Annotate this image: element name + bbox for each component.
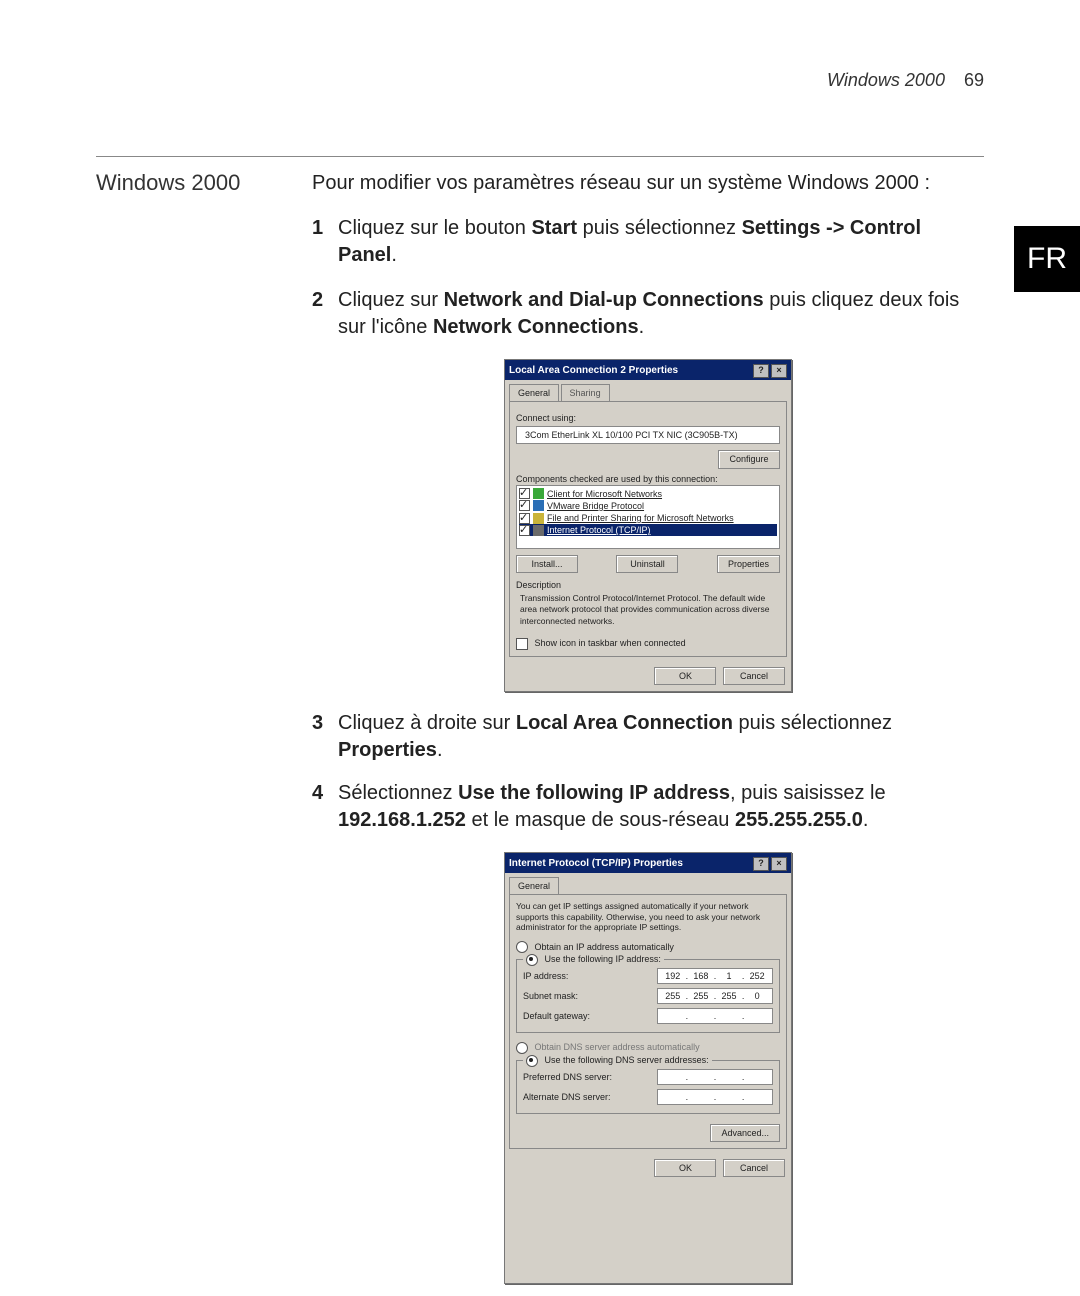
cancel-button[interactable]: Cancel bbox=[723, 667, 785, 685]
tcpip-properties-dialog: Internet Protocol (TCP/IP) Properties ? … bbox=[504, 852, 792, 1284]
help-icon[interactable]: ? bbox=[753, 364, 769, 378]
language-tab-fr: FR bbox=[1014, 226, 1080, 292]
blurb: You can get IP settings assigned automat… bbox=[516, 901, 780, 933]
list-item-selected: Internet Protocol (TCP/IP) bbox=[519, 524, 777, 536]
dialog-titlebar[interactable]: Internet Protocol (TCP/IP) Properties ? … bbox=[505, 853, 791, 873]
dialog-title: Local Area Connection 2 Properties bbox=[509, 364, 678, 378]
cancel-button[interactable]: Cancel bbox=[723, 1159, 785, 1177]
radio-obtain-auto[interactable] bbox=[516, 941, 528, 953]
tab-sharing[interactable]: Sharing bbox=[561, 384, 610, 401]
pref-dns-input[interactable]: ... bbox=[657, 1069, 773, 1085]
connect-using-label: Connect using: bbox=[516, 412, 780, 424]
close-icon[interactable]: × bbox=[771, 857, 787, 871]
dns-group: Use the following DNS server addresses: … bbox=[516, 1060, 780, 1114]
radio-use-following[interactable] bbox=[526, 954, 538, 966]
list-item: File and Printer Sharing for Microsoft N… bbox=[519, 512, 777, 524]
tab-general[interactable]: General bbox=[509, 384, 559, 401]
components-label: Components checked are used by this conn… bbox=[516, 473, 780, 485]
alt-dns-input[interactable]: ... bbox=[657, 1089, 773, 1105]
obtain-dns-auto-label: Obtain DNS server address automatically bbox=[535, 1042, 700, 1052]
description-label: Description bbox=[516, 579, 780, 591]
step-1-text: Cliquez sur le bouton Start puis sélecti… bbox=[338, 217, 921, 266]
install-button[interactable]: Install... bbox=[516, 555, 578, 573]
step-4: 4 Sélectionnez Use the following IP addr… bbox=[312, 780, 984, 834]
subnet-input[interactable]: 255.255.255.0 bbox=[657, 988, 773, 1004]
gateway-label: Default gateway: bbox=[523, 1010, 590, 1022]
step-2-text: Cliquez sur Network and Dial-up Connecti… bbox=[338, 289, 959, 338]
page-header: Windows 2000 69 bbox=[827, 70, 984, 91]
ip-input[interactable]: 192.168.1.252 bbox=[657, 968, 773, 984]
properties-button[interactable]: Properties bbox=[717, 555, 780, 573]
body: Pour modifier vos paramètres réseau sur … bbox=[312, 170, 984, 1294]
dialog-title: Internet Protocol (TCP/IP) Properties bbox=[509, 857, 683, 871]
alt-dns-label: Alternate DNS server: bbox=[523, 1091, 611, 1103]
step-2: 2 Cliquez sur Network and Dial-up Connec… bbox=[312, 287, 984, 341]
ok-button[interactable]: OK bbox=[654, 1159, 716, 1177]
components-list[interactable]: Client for Microsoft Networks VMware Bri… bbox=[516, 485, 780, 549]
subnet-label: Subnet mask: bbox=[523, 990, 578, 1002]
step-2-num: 2 bbox=[312, 287, 323, 314]
tab-general[interactable]: General bbox=[509, 877, 559, 894]
help-icon[interactable]: ? bbox=[753, 857, 769, 871]
step-3: 3 Cliquez à droite sur Local Area Connec… bbox=[312, 710, 984, 764]
close-icon[interactable]: × bbox=[771, 364, 787, 378]
dialog-panel: Connect using: 3Com EtherLink XL 10/100 … bbox=[509, 401, 787, 656]
protocol-icon bbox=[533, 500, 544, 511]
adapter-field: 3Com EtherLink XL 10/100 PCI TX NIC (3C9… bbox=[516, 426, 780, 444]
advanced-button[interactable]: Advanced... bbox=[710, 1124, 780, 1142]
step-1: 1 Cliquez sur le bouton Start puis sélec… bbox=[312, 215, 984, 269]
dialog-panel: You can get IP settings assigned automat… bbox=[509, 894, 787, 1149]
list-item: VMware Bridge Protocol bbox=[519, 500, 777, 512]
intro-text: Pour modifier vos paramètres réseau sur … bbox=[312, 170, 984, 197]
pref-dns-label: Preferred DNS server: bbox=[523, 1071, 612, 1083]
header-title: Windows 2000 bbox=[827, 70, 945, 90]
show-icon-checkbox[interactable] bbox=[516, 638, 528, 650]
ip-label: IP address: bbox=[523, 970, 568, 982]
show-icon-label: Show icon in taskbar when connected bbox=[535, 638, 686, 648]
radio-obtain-dns-auto bbox=[516, 1042, 528, 1054]
gateway-input[interactable]: ... bbox=[657, 1008, 773, 1024]
screenshot-2: Internet Protocol (TCP/IP) Properties ? … bbox=[312, 852, 984, 1284]
header-rule bbox=[96, 156, 984, 157]
lac-properties-dialog: Local Area Connection 2 Properties ? × G… bbox=[504, 359, 792, 692]
radio-use-dns[interactable] bbox=[526, 1055, 538, 1067]
screenshot-1: Local Area Connection 2 Properties ? × G… bbox=[312, 359, 984, 692]
show-icon-row: Show icon in taskbar when connected bbox=[516, 637, 780, 650]
dialog-titlebar[interactable]: Local Area Connection 2 Properties ? × bbox=[505, 360, 791, 380]
step-3-num: 3 bbox=[312, 710, 323, 737]
ip-group: Use the following IP address: IP address… bbox=[516, 959, 780, 1033]
list-item: Client for Microsoft Networks bbox=[519, 488, 777, 500]
obtain-auto-label: Obtain an IP address automatically bbox=[535, 942, 674, 952]
ok-button[interactable]: OK bbox=[654, 667, 716, 685]
section-title: Windows 2000 bbox=[96, 170, 296, 196]
step-1-num: 1 bbox=[312, 215, 323, 242]
configure-button[interactable]: Configure bbox=[718, 450, 780, 468]
step-3-text: Cliquez à droite sur Local Area Connecti… bbox=[338, 712, 892, 761]
uninstall-button[interactable]: Uninstall bbox=[616, 555, 678, 573]
step-4-text: Sélectionnez Use the following IP addres… bbox=[338, 782, 886, 831]
checkbox[interactable] bbox=[519, 525, 530, 536]
description-text: Transmission Control Protocol/Internet P… bbox=[516, 591, 780, 633]
service-icon bbox=[533, 513, 544, 524]
page-number: 69 bbox=[964, 70, 984, 90]
tcpip-icon bbox=[533, 525, 544, 536]
adapter-text: 3Com EtherLink XL 10/100 PCI TX NIC (3C9… bbox=[525, 429, 738, 441]
step-4-num: 4 bbox=[312, 780, 323, 807]
client-icon bbox=[533, 488, 544, 499]
